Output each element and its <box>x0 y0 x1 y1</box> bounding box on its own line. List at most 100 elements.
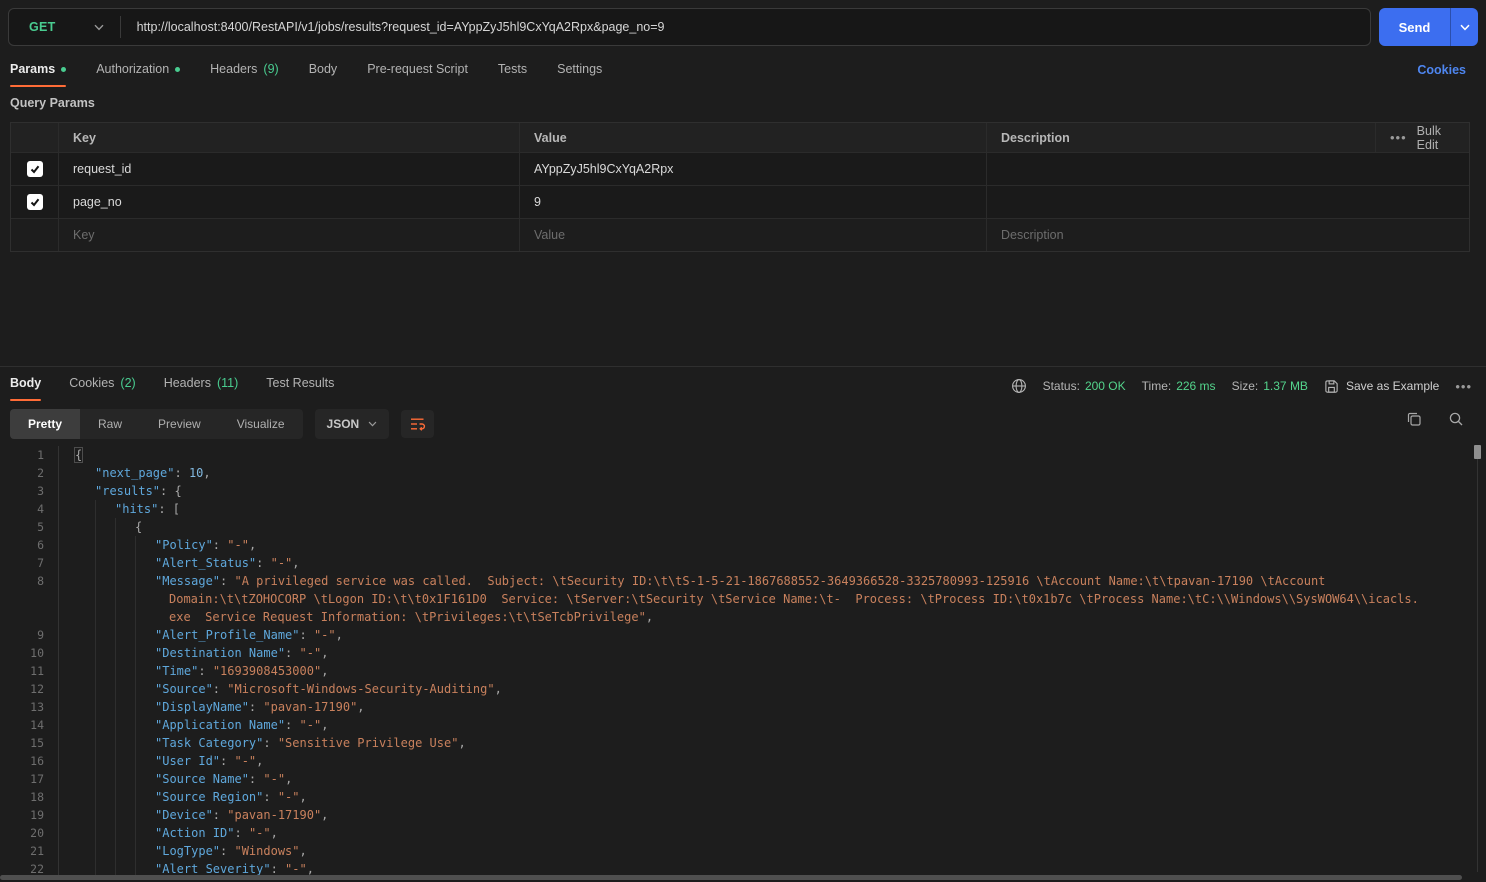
send-options-button[interactable] <box>1451 8 1478 46</box>
wrap-text-icon <box>409 416 426 432</box>
code-line: 7"Alert_Status": "-", <box>0 554 1472 572</box>
key-placeholder-input[interactable]: Key <box>59 219 520 251</box>
line-number: 20 <box>0 824 44 842</box>
table-row: request_id AYppZyJ5hl9CxYqA2Rpx <box>11 153 1469 186</box>
param-value-cell[interactable]: 9 <box>520 186 987 218</box>
time-readout: Time: 226 ms <box>1142 379 1216 393</box>
code-line: 19"Device": "pavan-17190", <box>0 806 1472 824</box>
method-label: GET <box>29 20 56 34</box>
more-options-icon[interactable]: ••• <box>1390 131 1407 144</box>
headers-count-badge: (9) <box>263 62 278 76</box>
language-select[interactable]: JSON <box>315 409 390 439</box>
authorization-active-dot <box>175 67 180 72</box>
chevron-down-icon <box>1460 24 1470 31</box>
line-number: 17 <box>0 770 44 788</box>
line-number: 1 <box>0 446 44 464</box>
query-params-table: Key Value Description ••• Bulk Edit requ… <box>10 122 1470 252</box>
table-placeholder-row: Key Value Description <box>11 219 1469 251</box>
search-icon[interactable] <box>1448 411 1464 427</box>
time-value: 226 ms <box>1176 379 1215 393</box>
tab-authorization[interactable]: Authorization <box>96 62 180 87</box>
row-actions-cell <box>1376 186 1469 218</box>
save-as-example-button[interactable]: Save as Example <box>1324 379 1439 394</box>
tab-response-body[interactable]: Body <box>10 376 41 401</box>
line-number: 7 <box>0 554 44 572</box>
view-pretty-button[interactable]: Pretty <box>10 409 80 439</box>
param-key-cell[interactable]: page_no <box>59 186 520 218</box>
line-number: 8 <box>0 572 44 590</box>
param-key-cell[interactable]: request_id <box>59 153 520 185</box>
line-number: 22 <box>0 860 44 876</box>
postman-dark-window: { "colors": { "accent_orange": "#ff6c37"… <box>0 0 1486 882</box>
cookies-link[interactable]: Cookies <box>1417 63 1466 77</box>
view-raw-button[interactable]: Raw <box>80 409 140 439</box>
url-input[interactable] <box>121 9 1370 45</box>
line-number: 10 <box>0 644 44 662</box>
line-number: 15 <box>0 734 44 752</box>
param-description-cell[interactable] <box>987 186 1376 218</box>
response-more-options-icon[interactable]: ••• <box>1455 380 1472 393</box>
code-line: 11"Time": "1693908453000", <box>0 662 1472 680</box>
params-active-dot <box>61 67 66 72</box>
code-line: 16"User Id": "-", <box>0 752 1472 770</box>
tab-tests-label: Tests <box>498 62 527 76</box>
line-number: 19 <box>0 806 44 824</box>
request-url-bar: GET <box>8 8 1371 46</box>
tab-response-body-label: Body <box>10 376 41 390</box>
param-description-cell[interactable] <box>987 153 1376 185</box>
tab-response-headers[interactable]: Headers (11) <box>164 376 239 401</box>
param-value-cell[interactable]: AYppZyJ5hl9CxYqA2Rpx <box>520 153 987 185</box>
save-as-example-label: Save as Example <box>1346 379 1439 393</box>
view-mode-switcher: Pretty Raw Preview Visualize <box>10 409 303 439</box>
code-lines: 1{2"next_page": 10,3"results": {4"hits":… <box>0 446 1472 876</box>
line-number <box>0 608 44 626</box>
method-select[interactable]: GET <box>9 9 120 45</box>
send-button[interactable]: Send <box>1379 8 1478 46</box>
tab-response-cookies[interactable]: Cookies (2) <box>69 376 135 401</box>
tab-headers[interactable]: Headers (9) <box>210 62 279 87</box>
horizontal-scrollbar[interactable] <box>0 875 1462 880</box>
bulk-edit-button[interactable]: ••• Bulk Edit <box>1376 123 1469 152</box>
row-checkbox[interactable] <box>27 194 43 210</box>
tab-pre-request-script[interactable]: Pre-request Script <box>367 62 468 87</box>
code-line: 12"Source": "Microsoft-Windows-Security-… <box>0 680 1472 698</box>
line-number: 21 <box>0 842 44 860</box>
line-number: 16 <box>0 752 44 770</box>
tab-test-results[interactable]: Test Results <box>266 376 334 401</box>
view-visualize-button[interactable]: Visualize <box>219 409 303 439</box>
vertical-scrollbar-track <box>1477 459 1478 872</box>
send-label[interactable]: Send <box>1379 8 1450 46</box>
tab-params[interactable]: Params <box>10 62 66 87</box>
code-line: 18"Source Region": "-", <box>0 788 1472 806</box>
vertical-scrollbar[interactable] <box>1474 445 1481 459</box>
checkmark-icon <box>29 163 41 175</box>
tab-tests[interactable]: Tests <box>498 62 527 87</box>
code-line: 14"Application Name": "-", <box>0 716 1472 734</box>
row-checkbox[interactable] <box>27 161 43 177</box>
line-number: 2 <box>0 464 44 482</box>
time-label: Time: <box>1142 379 1172 393</box>
globe-icon[interactable] <box>1011 378 1027 394</box>
code-line: 21"LogType": "Windows", <box>0 842 1472 860</box>
value-placeholder-input[interactable]: Value <box>520 219 987 251</box>
description-placeholder-input[interactable]: Description <box>987 219 1376 251</box>
line-number: 6 <box>0 536 44 554</box>
chevron-down-icon <box>94 24 104 31</box>
line-number: 4 <box>0 500 44 518</box>
tab-response-headers-label: Headers <box>164 376 211 390</box>
tab-settings[interactable]: Settings <box>557 62 602 87</box>
tab-body[interactable]: Body <box>309 62 338 87</box>
code-line: exe Service Request Information: \tPrivi… <box>0 608 1472 626</box>
code-line: 1{ <box>0 446 1472 464</box>
view-preview-button[interactable]: Preview <box>140 409 219 439</box>
cookies-count-badge: (2) <box>120 376 135 390</box>
response-body-code[interactable]: 1{2"next_page": 10,3"results": {4"hits":… <box>0 446 1472 876</box>
code-line: 17"Source Name": "-", <box>0 770 1472 788</box>
wrap-text-button[interactable] <box>401 410 434 438</box>
copy-icon[interactable] <box>1406 411 1422 427</box>
size-readout: Size: 1.37 MB <box>1232 379 1308 393</box>
code-line: 5{ <box>0 518 1472 536</box>
status-readout: Status: 200 OK <box>1043 379 1126 393</box>
line-number: 5 <box>0 518 44 536</box>
code-line: 22"Alert Severity": "-", <box>0 860 1472 876</box>
